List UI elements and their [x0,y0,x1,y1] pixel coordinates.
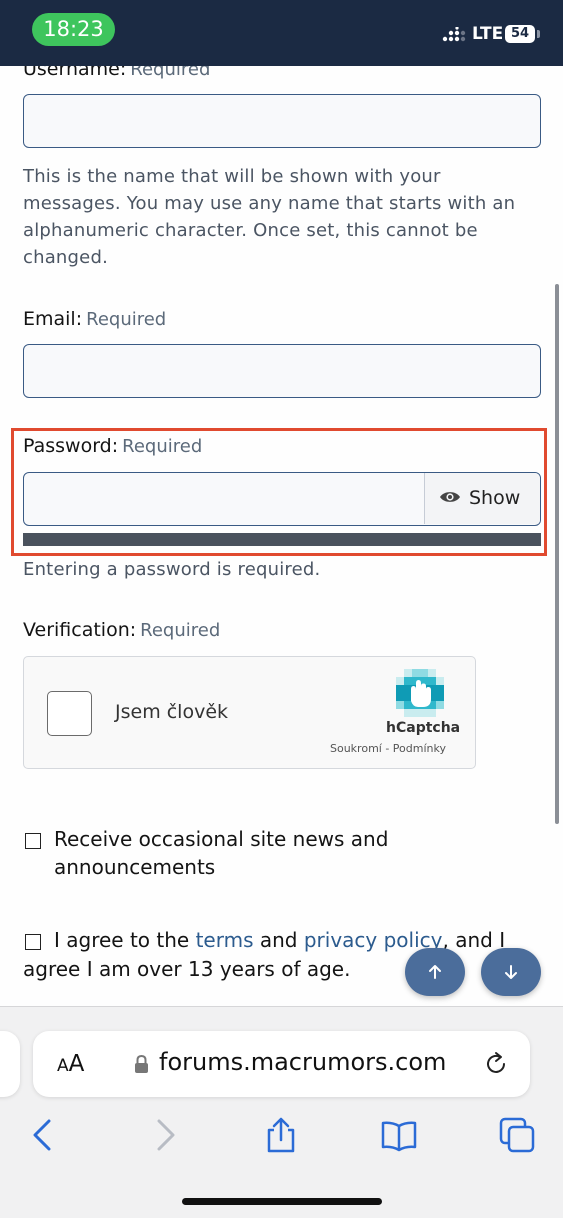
forward-icon[interactable] [147,1117,183,1153]
password-error: Entering a password is required. [23,559,321,580]
arrow-down-icon [505,965,517,979]
email-required: Required [86,309,167,330]
lock-icon [135,1054,148,1073]
battery-nub [537,30,540,38]
hcaptcha-brand: hCaptcha [386,720,461,736]
username-input[interactable] [23,94,541,148]
password-input[interactable]: Show [23,472,541,526]
back-icon[interactable] [25,1117,61,1153]
captcha-label: Jsem člověk [115,701,229,723]
reload-icon[interactable] [483,1051,509,1077]
url-text[interactable]: forums.macrumors.com [159,1048,446,1076]
terms-checkbox-label-line2: agree I am over 13 years of age. [23,957,351,981]
terms-checkbox[interactable] [25,934,41,950]
previous-tab-card[interactable] [0,1031,20,1097]
status-time: 18:23 [32,13,115,46]
bookmarks-icon[interactable] [381,1117,417,1153]
scroll-up-button[interactable] [405,948,465,996]
hcaptcha-links[interactable]: Soukromí - Podmínky [330,742,446,755]
battery-icon: 54 [505,25,535,43]
address-bar[interactable]: AA forums.macrumors.com [33,1031,530,1097]
verification-required: Required [140,620,221,641]
network-type: LTE [472,24,504,44]
status-bar: 18:23 LTE 54 [0,0,563,66]
home-indicator [182,1198,382,1205]
cellular-signal-icon [442,27,466,42]
page-scrollbar[interactable] [555,284,559,824]
share-icon[interactable] [263,1117,299,1153]
username-required: Required [130,66,211,80]
hcaptcha-widget: Jsem člověk hCaptcha Soukromí - Podmínky [23,656,476,769]
hcaptcha-logo-icon [396,669,444,717]
email-input[interactable] [23,344,541,398]
news-checkbox-label: Receive occasional site news and [54,827,389,851]
email-label: Email: Required [23,308,167,330]
password-label: Password: Required [23,435,203,457]
username-hint: This is the name that will be shown with… [23,166,516,268]
page-content: Username: Required This is the name that … [0,66,563,1006]
username-label: Username: Required [23,66,210,80]
browser-toolbar: AA forums.macrumors.com [0,1006,563,1218]
eye-icon [440,492,460,502]
news-checkbox[interactable] [25,833,41,849]
verification-label: Verification: Required [23,619,221,641]
arrow-up-icon [429,965,441,979]
page-settings-button[interactable]: AA [57,1051,84,1077]
show-password-button[interactable]: Show [424,473,540,524]
tabs-icon[interactable] [499,1117,535,1153]
news-checkbox-label-line2: announcements [54,855,216,879]
password-strength-meter [23,533,541,546]
captcha-checkbox[interactable] [47,691,92,736]
terms-link[interactable]: terms [196,928,254,952]
password-required: Required [122,436,203,457]
scroll-down-button[interactable] [481,948,541,996]
